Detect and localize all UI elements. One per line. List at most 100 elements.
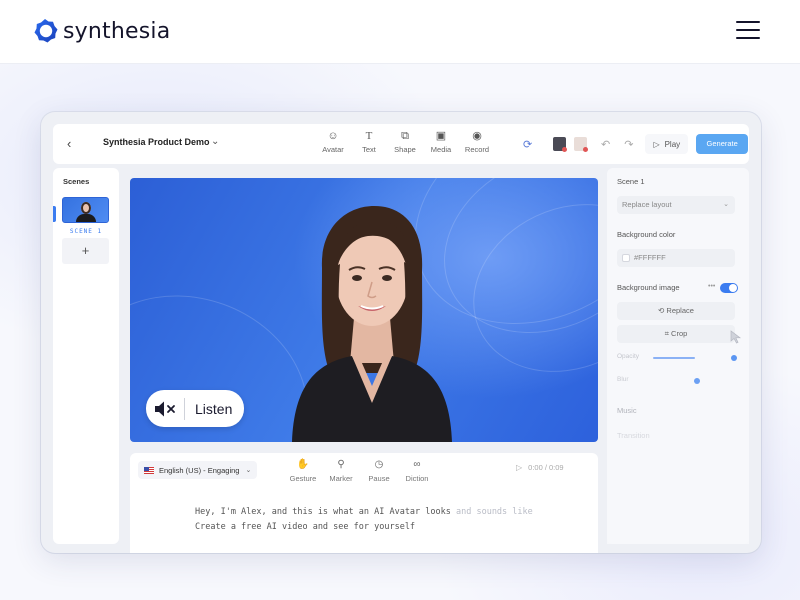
background-image-label: Background image <box>617 283 680 292</box>
insert-tools: ☺ Avatar T Text ⧉ Shape ▣ Media ◉ Record <box>315 130 495 154</box>
transition-label: Transition <box>617 431 650 440</box>
tool-label: Text <box>362 145 376 154</box>
media-icon: ▣ <box>435 130 447 142</box>
synthesia-logo-mark-icon <box>34 19 58 43</box>
blur-slider-knob[interactable] <box>694 378 700 384</box>
crop-background-button[interactable]: ⌗ Crop <box>617 325 735 343</box>
speaker-muted-icon <box>146 390 184 427</box>
hand-icon: ✋ <box>296 459 310 470</box>
crop-label: Crop <box>671 329 688 338</box>
script-line-1-faded-text: and sounds like <box>450 507 533 517</box>
active-scene-indicator <box>53 206 56 222</box>
text-icon: T <box>365 130 373 142</box>
play-button[interactable]: ▷ Play <box>645 134 689 154</box>
chevron-down-icon: ⌄ <box>245 467 252 474</box>
scene-label: SCENE 1 <box>69 228 103 235</box>
shape-icon: ⧉ <box>401 130 409 142</box>
listen-button[interactable]: Listen <box>146 390 244 427</box>
script-line-1: Hey, I'm Alex, and this is what an AI Av… <box>195 505 533 520</box>
collaborator-avatar[interactable] <box>574 137 588 152</box>
record-icon: ◉ <box>472 130 482 142</box>
scene-section-title: Scene 1 <box>617 177 645 186</box>
script-line-1-text: Hey, I'm Alex, and this is what an AI Av… <box>195 507 451 517</box>
tool-text[interactable]: T Text <box>351 130 387 154</box>
replace-icon: ⟲ <box>658 306 665 315</box>
tool-label: Marker <box>329 474 353 483</box>
script-time-value: 0:00 / 0:09 <box>528 463 564 472</box>
synthesia-logo[interactable]: synthesia <box>31 16 170 46</box>
tool-label: Media <box>430 145 452 154</box>
script-playback[interactable]: ▷ 0:00 / 0:09 <box>516 463 564 472</box>
background-image-toggle[interactable] <box>720 283 738 293</box>
chevron-down-icon: ⌄ <box>723 201 729 208</box>
avatar-icon: ☺ <box>327 130 339 142</box>
background-color-field[interactable]: #FFFFFF <box>617 249 735 267</box>
brand-name: synthesia <box>63 18 171 44</box>
tool-pause[interactable]: ◷ Pause <box>360 459 398 483</box>
script-text-editor[interactable]: Hey, I'm Alex, and this is what an AI Av… <box>195 505 533 535</box>
chevron-down-icon[interactable]: ⌄ <box>211 136 219 147</box>
tool-record[interactable]: ◉ Record <box>459 130 495 154</box>
layout-select-value: Replace layout <box>622 200 672 209</box>
tool-label: Record <box>464 145 490 154</box>
opacity-slider-knob[interactable] <box>731 355 737 361</box>
diction-icon: ∞ <box>413 459 421 470</box>
tool-gesture[interactable]: ✋ Gesture <box>284 459 322 483</box>
editor-preview-card: ‹ Synthesia Product Demo ⌄ ☺ Avatar T Te… <box>41 112 761 553</box>
top-navigation: synthesia <box>0 0 800 64</box>
chevron-left-icon[interactable]: ‹ <box>67 136 71 151</box>
clock-icon: ◷ <box>374 459 384 470</box>
tool-shape[interactable]: ⧉ Shape <box>387 130 423 154</box>
play-icon: ▷ <box>516 463 523 472</box>
ai-avatar-presenter <box>292 206 452 442</box>
sync-icon[interactable]: ⟳ <box>523 138 541 151</box>
crop-icon: ⌗ <box>664 329 669 338</box>
tool-media[interactable]: ▣ Media <box>423 130 459 154</box>
listen-label: Listen <box>195 400 233 417</box>
scene-thumbnail-avatar-head <box>81 202 91 214</box>
us-flag-icon <box>144 466 154 474</box>
collaborator-avatar[interactable] <box>553 137 567 152</box>
script-panel: English (US) - Engaging ⌄ ✋ Gesture ⚲ Ma… <box>130 453 598 553</box>
add-scene-button[interactable]: + <box>62 238 109 264</box>
opacity-slider-track <box>653 357 695 359</box>
voice-language-select[interactable]: English (US) - Engaging ⌄ <box>138 461 258 479</box>
tool-label: Avatar <box>322 145 344 154</box>
redo-icon[interactable]: ↷ <box>624 138 633 151</box>
replace-label: Replace <box>666 306 694 315</box>
tool-avatar[interactable]: ☺ Avatar <box>315 130 351 154</box>
tool-marker[interactable]: ⚲ Marker <box>322 459 360 483</box>
toolbar-actions: ⟳ ↶ ↷ ▷ Play Generate <box>523 134 749 154</box>
background-color-label: Background color <box>617 230 676 239</box>
listen-divider <box>184 397 185 420</box>
play-label: Play <box>664 139 681 149</box>
properties-panel: Scene 1 Replace layout ⌄ Background colo… <box>607 168 749 544</box>
music-label: Music <box>617 406 637 415</box>
marker-icon: ⚲ <box>337 459 345 470</box>
play-icon: ▷ <box>653 139 660 149</box>
scenes-title: Scenes <box>63 177 90 186</box>
generate-button[interactable]: Generate <box>696 134 749 154</box>
background-color-value: #FFFFFF <box>634 253 666 262</box>
project-title[interactable]: Synthesia Product Demo <box>103 137 210 147</box>
voice-language-value: English (US) - Engaging <box>159 465 240 475</box>
scene-thumbnail[interactable] <box>62 197 109 223</box>
replace-background-button[interactable]: ⟲ Replace <box>617 302 735 320</box>
scene-thumbnail-avatar <box>76 214 96 222</box>
script-line-2: Create a free AI video and see for yours… <box>195 522 416 532</box>
undo-icon[interactable]: ↶ <box>601 138 610 151</box>
tool-label: Gesture <box>289 474 317 483</box>
color-swatch <box>622 254 630 262</box>
editor-toolbar: ‹ Synthesia Product Demo ⌄ ☺ Avatar T Te… <box>53 124 749 164</box>
blur-label: Blur <box>617 376 629 383</box>
more-options-icon[interactable]: ••• <box>708 283 715 290</box>
tool-label: Diction <box>405 474 429 483</box>
mouse-cursor-icon <box>730 330 742 344</box>
layout-select[interactable]: Replace layout ⌄ <box>617 196 735 214</box>
script-tools: ✋ Gesture ⚲ Marker ◷ Pause ∞ Diction <box>284 459 436 483</box>
opacity-label: Opacity <box>617 353 640 360</box>
tool-diction[interactable]: ∞ Diction <box>398 459 436 483</box>
scenes-panel: Scenes SCENE 1 + <box>53 168 119 544</box>
menu-hamburger-icon[interactable] <box>736 21 760 41</box>
tool-label: Pause <box>368 474 390 483</box>
